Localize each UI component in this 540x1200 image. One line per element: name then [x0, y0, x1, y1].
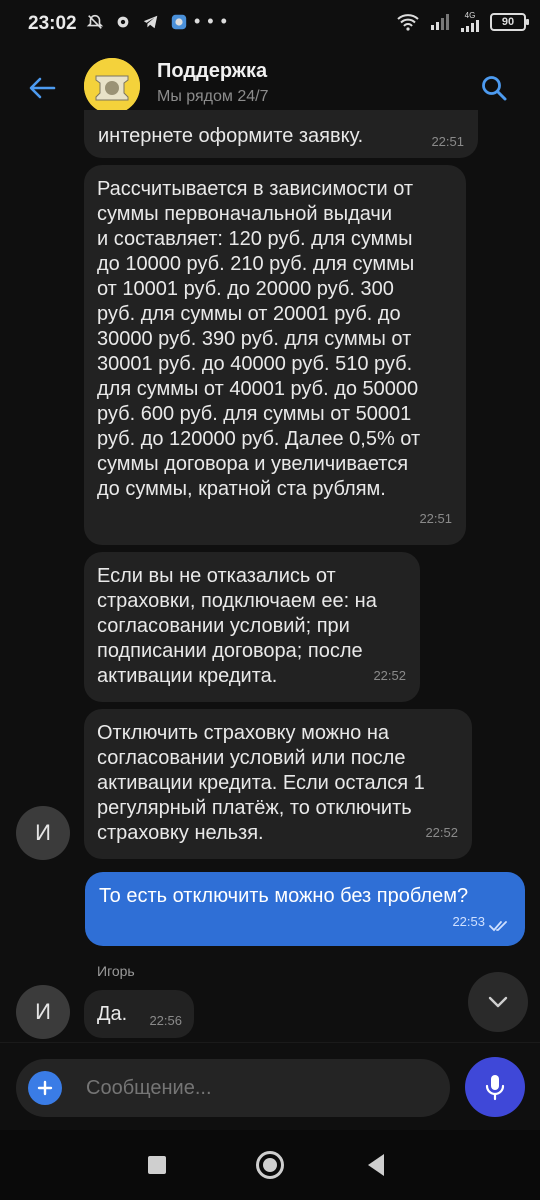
message-text: Отключить страховку можно на согласовани… [97, 722, 425, 844]
signal-4g-group: 4G [460, 12, 480, 32]
message-bubble[interactable]: Если вы не отказались от страховки, подк… [84, 552, 420, 702]
message-time: 22:52 [425, 825, 458, 840]
scroll-down-button[interactable] [468, 972, 528, 1032]
back-button[interactable] [20, 66, 64, 110]
message-text: Если вы не отказались от страховки, подк… [97, 565, 377, 687]
network-type: 4G [464, 11, 476, 20]
wifi-icon [397, 14, 419, 31]
message-time: 22:53 [452, 914, 485, 929]
recent-apps-button[interactable] [148, 1156, 166, 1174]
status-system-icons: 4G 90 [396, 12, 529, 32]
message-composer [16, 1059, 450, 1117]
sender-avatar[interactable]: И [16, 985, 70, 1039]
message-time: 22:52 [373, 668, 406, 683]
more-notifications-icon: • • • [194, 11, 228, 31]
signal-icon [431, 14, 449, 30]
message-text: интернете оформите заявку. [98, 125, 364, 147]
plus-icon [37, 1080, 53, 1096]
composer-bar [0, 1042, 540, 1130]
system-back-button[interactable] [368, 1154, 384, 1176]
chevron-down-icon [488, 996, 508, 1008]
home-button[interactable] [256, 1151, 284, 1179]
signal-4g-icon [461, 20, 479, 32]
status-bar: 23:02 • • • 4G 90 [0, 0, 540, 48]
double-check-icon [489, 921, 507, 932]
status-time: 23:02 [28, 13, 77, 34]
message-time: 22:51 [419, 511, 452, 526]
settings-gear-icon [117, 16, 129, 28]
search-icon [482, 76, 507, 101]
telegram-icon [143, 15, 158, 29]
bank-logo-icon [84, 58, 140, 114]
message-text: То есть отключить можно без проблем? [99, 885, 469, 907]
microphone-icon [485, 1075, 505, 1101]
own-message-bubble[interactable]: То есть отключить можно без проблем? 22:… [85, 872, 525, 946]
sender-avatar[interactable]: И [16, 806, 70, 860]
message-bubble[interactable]: интернете оформите заявку. 22:51 [84, 110, 478, 158]
message-bubble[interactable]: Отключить страховку можно на согласовани… [84, 709, 472, 859]
message-text: Да. [97, 1003, 128, 1025]
search-button[interactable] [474, 68, 514, 108]
message-time: 22:51 [431, 134, 464, 149]
message-bubble[interactable]: Рассчитывается в зависимости от суммы пе… [84, 165, 466, 545]
support-avatar[interactable] [84, 58, 140, 114]
message-input[interactable] [86, 1077, 406, 1100]
chat-subtitle: Мы рядом 24/7 [157, 88, 269, 105]
battery-indicator: 90 [490, 13, 529, 31]
attach-button[interactable] [28, 1071, 62, 1105]
app-icon [171, 14, 187, 30]
status-notification-icons [86, 13, 188, 31]
message-text: Рассчитывается в зависимости от суммы пе… [97, 178, 421, 500]
sender-name: Игорь [97, 963, 135, 979]
arrow-left-icon [29, 77, 56, 99]
mute-bell-icon [86, 14, 104, 29]
voice-message-button[interactable] [465, 1057, 525, 1117]
message-time: 22:56 [149, 1013, 182, 1028]
system-navigation-bar [0, 1130, 540, 1200]
message-bubble[interactable]: Да. 22:56 [84, 990, 194, 1038]
chat-title[interactable]: Поддержка [157, 60, 267, 83]
